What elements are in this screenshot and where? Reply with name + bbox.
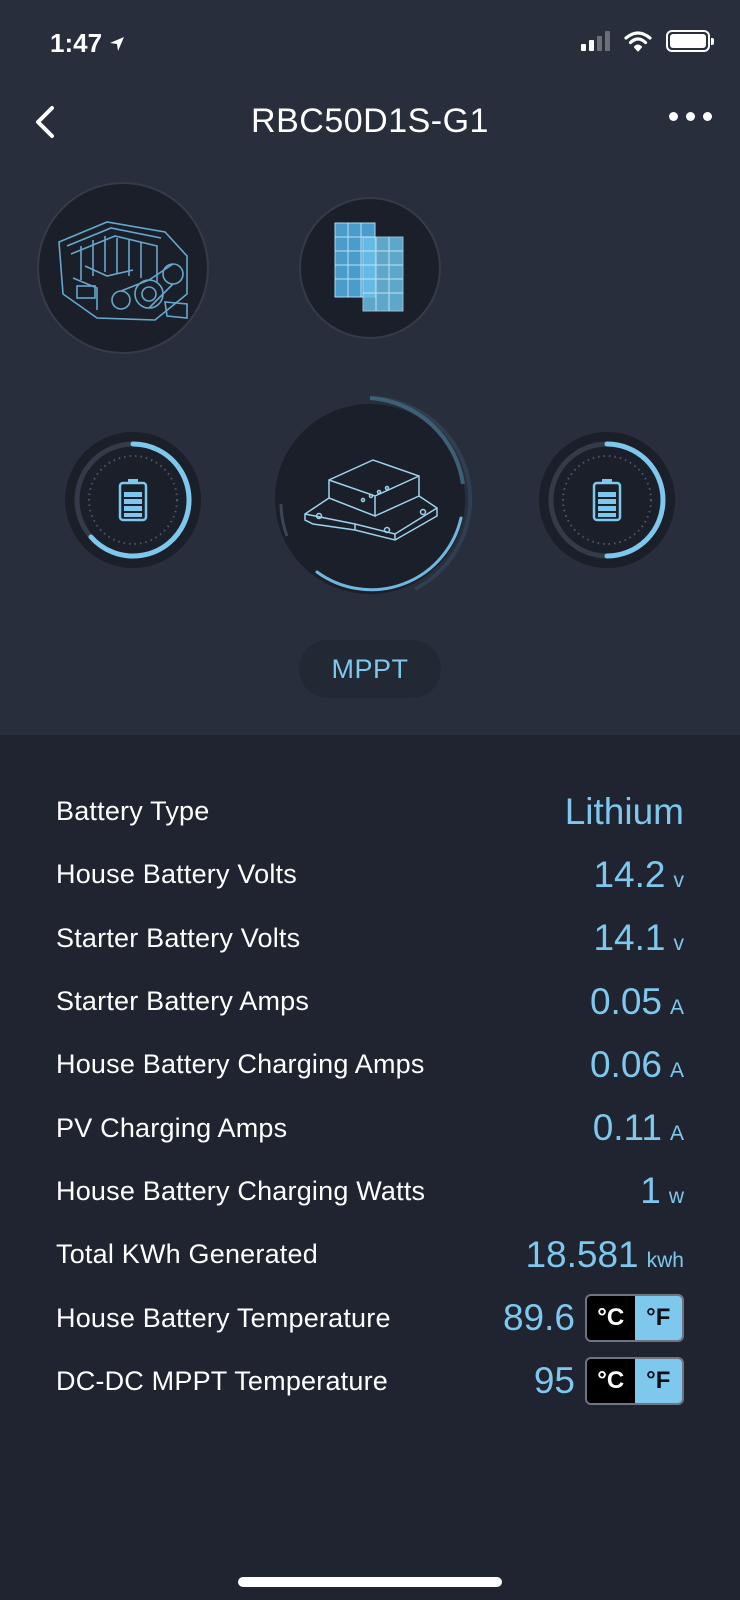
solar-panel-icon — [334, 222, 404, 312]
info-unit: A — [669, 1122, 684, 1146]
info-value: 89.6 — [502, 1297, 575, 1339]
temperature-unit-toggle: °C °F — [585, 1357, 684, 1406]
info-unit: v — [673, 868, 685, 892]
more-options-icon[interactable] — [669, 112, 712, 121]
info-row-pv-charging-amps: PV Charging Amps 0.11 A — [56, 1096, 684, 1159]
info-row-battery-type: Battery Type Lithium — [56, 780, 684, 843]
info-value: 18.581 — [525, 1233, 639, 1275]
starter-battery-gauge[interactable] — [538, 431, 676, 569]
info-row-house-charging-watts: House Battery Charging Watts 1w — [56, 1160, 684, 1223]
charger-device-icon — [304, 459, 438, 541]
celsius-option[interactable]: °C — [587, 1296, 635, 1341]
charger-unit-gauge[interactable] — [265, 394, 475, 604]
info-label: DC-DC MPPT Temperature — [56, 1365, 388, 1396]
phone-battery-icon — [666, 30, 714, 52]
info-row-house-volts: House Battery Volts 14.2 v — [56, 843, 684, 906]
info-value: 14.1 — [593, 917, 666, 959]
temperature-unit-toggle: °C °F — [585, 1294, 684, 1343]
house-battery-gauge[interactable] — [64, 431, 202, 569]
celsius-option[interactable]: °C — [587, 1359, 635, 1404]
wifi-icon — [624, 31, 652, 52]
info-label: House Battery Charging Amps — [56, 1049, 425, 1080]
fahrenheit-option[interactable]: °F — [634, 1296, 682, 1341]
info-value: Lithium — [564, 790, 684, 832]
engine-source-button[interactable] — [37, 182, 209, 354]
info-value: 1 — [640, 1170, 661, 1212]
solar-source-button[interactable] — [299, 197, 441, 339]
mode-badge[interactable]: MPPT — [299, 640, 441, 698]
info-unit: w — [668, 1185, 684, 1209]
info-value: 0.06 — [589, 1043, 662, 1085]
info-row-house-charging-amps: House Battery Charging Amps 0.06 A — [56, 1033, 684, 1096]
page-title: RBC50D1S-G1 — [251, 102, 489, 140]
info-label: House Battery Charging Watts — [56, 1175, 426, 1206]
info-value: 14.2 — [593, 853, 666, 895]
info-unit: kwh — [646, 1248, 684, 1272]
info-label: PV Charging Amps — [56, 1112, 288, 1143]
status-time-text: 1:47 — [50, 28, 103, 58]
info-unit: v — [673, 932, 685, 956]
location-arrow-icon — [110, 36, 125, 51]
info-row-house-battery-temp: House Battery Temperature 89.6 °C °F — [56, 1286, 684, 1349]
starter-battery-icon — [592, 479, 622, 522]
info-list: Battery Type Lithium House Battery Volts… — [56, 780, 684, 1413]
engine-icon — [58, 221, 188, 321]
info-label: House Battery Temperature — [56, 1302, 391, 1333]
info-value: 95 — [533, 1360, 575, 1402]
info-row-total-kwh: Total KWh Generated 18.581 kwh — [56, 1223, 684, 1286]
info-unit: A — [669, 995, 684, 1019]
fahrenheit-option[interactable]: °F — [634, 1359, 682, 1404]
info-value: 0.05 — [589, 980, 662, 1022]
info-row-starter-amps: Starter Battery Amps 0.05 A — [56, 970, 684, 1033]
info-label: Starter Battery Volts — [56, 922, 301, 953]
status-time: 1:47 — [50, 28, 126, 59]
info-label: Battery Type — [56, 796, 210, 827]
status-indicators — [581, 30, 714, 52]
house-battery-icon — [118, 479, 148, 522]
info-value: 0.11 — [592, 1107, 662, 1149]
home-indicator[interactable] — [238, 1577, 502, 1587]
info-label: Starter Battery Amps — [56, 986, 310, 1017]
info-label: House Battery Volts — [56, 859, 297, 890]
info-row-mppt-temp: DC-DC MPPT Temperature 95 °C °F — [56, 1350, 684, 1413]
info-row-starter-volts: Starter Battery Volts 14.1 v — [56, 907, 684, 970]
cellular-signal-icon — [581, 31, 610, 51]
info-unit: A — [669, 1058, 684, 1082]
info-label: Total KWh Generated — [56, 1239, 318, 1270]
